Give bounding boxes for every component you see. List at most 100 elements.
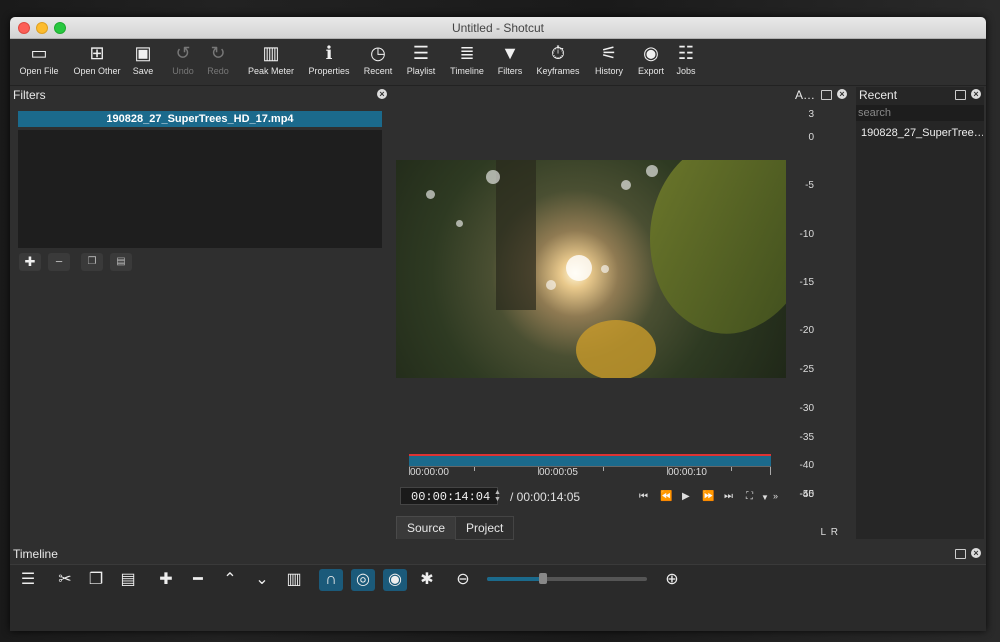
left-channel-label: L (820, 527, 826, 538)
timeline-close-button[interactable]: × (971, 548, 981, 558)
current-time-field[interactable]: 00:00:14:04 (400, 487, 498, 505)
folder-icon: ▭ (30, 43, 48, 63)
recent-close-button[interactable]: × (971, 89, 981, 99)
playlist-button[interactable]: ☰ Playlist (404, 42, 438, 76)
meter-scale-label: -5 (805, 180, 814, 191)
history-button[interactable]: ⚟ History (592, 42, 626, 76)
lift-icon[interactable]: ⌃ (218, 569, 242, 591)
zoom-out-icon[interactable]: ⊖ (451, 569, 475, 591)
timeline-icon: ≣ (459, 43, 475, 63)
app-window: Untitled - Shotcut ▭ Open File ⊞ Open Ot… (10, 17, 986, 631)
save-icon: ▣ (134, 43, 152, 63)
keyframes-button[interactable]: ⏱ Keyframes (534, 42, 582, 76)
paste-icon[interactable]: ▤ (116, 569, 140, 591)
more-icon[interactable]: » (773, 491, 778, 501)
paste-icon: ▤ (116, 256, 126, 267)
timeline-toolbar: ☰ ✂ ❐ ▤ ✚ ━ ⌃ ⌄ ▥ ∩ ◎ ◉ ✱ ⊖ ⊕ (10, 564, 986, 595)
ripple-icon[interactable]: ◉ (383, 569, 407, 591)
audio-close-button[interactable]: × (837, 89, 847, 99)
copy-icon[interactable]: ❐ (84, 569, 108, 591)
tick-label: 00:00:00 (410, 467, 449, 478)
meter-scale-label: -25 (799, 364, 814, 375)
recent-button[interactable]: ◷ Recent (360, 42, 396, 76)
save-button[interactable]: ▣ Save (130, 42, 156, 76)
plus-icon[interactable]: ✚ (154, 569, 178, 591)
plus-icon: ✚ (24, 254, 36, 269)
jobs-button[interactable]: ☷ Jobs (674, 42, 698, 76)
history-icon: ⚟ (600, 43, 618, 63)
open-other-button[interactable]: ⊞ Open Other (68, 42, 126, 76)
filters-close-button[interactable]: × (377, 89, 387, 99)
database-icon: ☷ (677, 43, 695, 63)
timeline-panel-title: Timeline (13, 547, 58, 561)
minus-icon[interactable]: ━ (186, 569, 210, 591)
skip-to-start-icon[interactable]: ⏮ (639, 491, 648, 502)
snap-icon[interactable]: ∩ (319, 569, 343, 591)
meter-scale-label: -30 (799, 403, 814, 414)
zoom-in-icon[interactable]: ⊕ (660, 569, 684, 591)
recent-panel (856, 87, 984, 539)
zoom-slider[interactable] (487, 573, 647, 584)
split-icon[interactable]: ▥ (282, 569, 306, 591)
funnel-icon: ▼ (501, 43, 519, 63)
peak-meter-button[interactable]: ▥ Peak Meter (246, 42, 296, 76)
stopwatch-icon: ⏱ (550, 43, 566, 63)
remove-filter-button[interactable]: − (48, 253, 70, 271)
scrubber-ruler: 00:00:00 00:00:05 00:00:10 (409, 466, 771, 481)
copy-filter-button[interactable]: ❐ (81, 253, 103, 271)
video-preview[interactable] (396, 160, 786, 378)
meter-scale-label: 0 (808, 132, 814, 143)
open-other-icon: ⊞ (89, 43, 105, 63)
zoom-grid-icon[interactable]: ⛶ (746, 491, 753, 502)
menu-icon[interactable]: ☰ (16, 569, 40, 591)
list-icon: ☰ (412, 43, 430, 63)
float-icon[interactable] (955, 549, 966, 559)
export-button[interactable]: ◉ Export (636, 42, 666, 76)
timeline-tracks-area[interactable] (10, 595, 986, 631)
recent-search-input[interactable]: search (856, 105, 984, 121)
chevron-down-icon[interactable]: ▼ (761, 493, 769, 502)
filters-panel-title: Filters (13, 88, 46, 102)
scrubber-range[interactable] (409, 454, 771, 466)
peak-meter-icon: ▥ (262, 43, 280, 63)
timeline-button[interactable]: ≣ Timeline (448, 42, 486, 76)
tick-label: 00:00:10 (668, 467, 707, 478)
filters-list[interactable] (18, 130, 382, 248)
total-time: / 00:00:14:05 (510, 490, 581, 504)
meter-scale-label: -40 (799, 460, 814, 471)
meter-scale-label: -10 (799, 229, 814, 240)
undo-button[interactable]: ↺ Undo (170, 42, 196, 76)
paste-filter-button[interactable]: ▤ (110, 253, 132, 271)
meter-scale-label: -35 (799, 432, 814, 443)
tick-label: 00:00:05 (539, 467, 578, 478)
zoom-slider-handle[interactable] (539, 573, 547, 584)
float-icon[interactable] (955, 90, 966, 100)
scissors-icon[interactable]: ✂ (53, 569, 77, 591)
add-filter-button[interactable]: ✚ (19, 253, 41, 271)
rewind-icon[interactable]: ⏪ (660, 491, 672, 502)
list-item[interactable]: 190828_27_SuperTree… (861, 127, 983, 139)
copy-icon: ❐ (87, 256, 97, 267)
tab-source[interactable]: Source (396, 516, 457, 539)
undo-icon: ↺ (175, 43, 191, 63)
minus-icon: − (55, 254, 63, 269)
play-icon[interactable]: ▶ (682, 491, 690, 502)
filters-button[interactable]: ▼ Filters (496, 42, 524, 76)
ripple-all-icon[interactable]: ✱ (415, 569, 439, 591)
main-toolbar: ▭ Open File ⊞ Open Other ▣ Save ↺ Undo ↻… (10, 39, 986, 86)
redo-button[interactable]: ↻ Redo (205, 42, 231, 76)
properties-button[interactable]: ℹ Properties (306, 42, 352, 76)
scrub-icon[interactable]: ◎ (351, 569, 375, 591)
open-file-button[interactable]: ▭ Open File (18, 42, 60, 76)
right-channel-label: R (830, 527, 838, 538)
time-spinner[interactable]: ▲ ▼ (494, 489, 503, 503)
info-icon: ℹ (325, 43, 333, 63)
float-icon[interactable] (821, 90, 832, 100)
meter-scale-label: -15 (799, 277, 814, 288)
fast-forward-icon[interactable]: ⏩ (702, 491, 714, 502)
window-title: Untitled - Shotcut (451, 21, 545, 35)
overwrite-icon[interactable]: ⌄ (250, 569, 274, 591)
skip-to-end-icon[interactable]: ⏭ (724, 491, 733, 502)
tab-project[interactable]: Project (455, 516, 515, 540)
scrubber[interactable]: 00:00:00 00:00:05 00:00:10 (405, 454, 777, 480)
